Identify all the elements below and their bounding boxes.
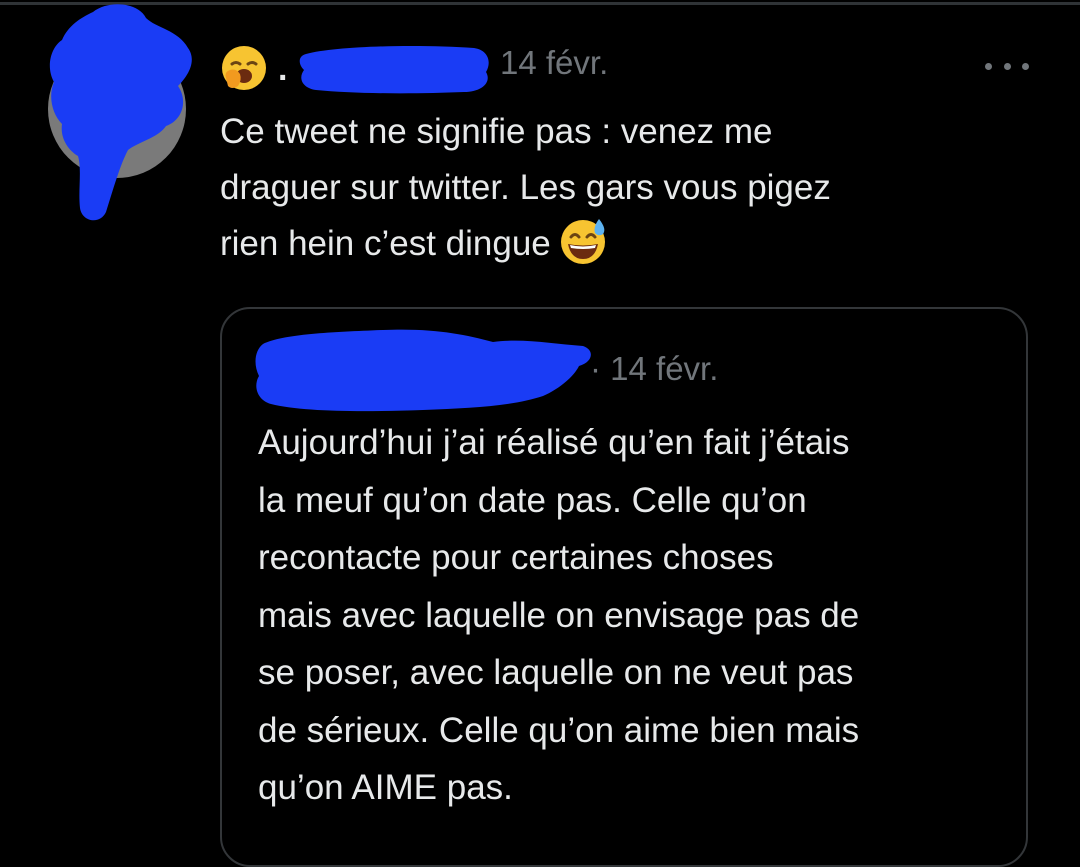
- tweet-timestamp[interactable]: 14 févr.: [500, 44, 608, 82]
- redaction-scribble-quoted-author: [255, 329, 591, 412]
- name-separator: .: [278, 50, 288, 88]
- tweet-text-line: draguer sur twitter. Les gars vous pigez: [220, 168, 831, 207]
- yawning-face-emoji: [222, 46, 266, 90]
- more-options-icon[interactable]: [985, 52, 1029, 80]
- quoted-text-line: la meuf qu’on date pas. Celle qu’on: [258, 480, 807, 520]
- quoted-text-line: recontacte pour certaines choses: [258, 538, 774, 577]
- tweet-text-line-content: rien hein c’est dingue: [220, 224, 551, 263]
- quoted-text-line: qu’on AIME pas.: [258, 768, 513, 807]
- redaction-scribble-name: [299, 46, 489, 94]
- quoted-text-line: de sérieux. Celle qu’on aime bien mais: [258, 710, 860, 750]
- redaction-scribble-avatar: [49, 4, 192, 221]
- tweet-text-line: Ce tweet ne signifie pas : venez me: [220, 112, 773, 151]
- tweet-text-line: rien hein c’est dingue: [220, 216, 1010, 272]
- tweet-text: Ce tweet ne signifie pas : venez me drag…: [220, 104, 1010, 272]
- grinning-sweat-emoji: [560, 219, 605, 264]
- quoted-text-line: Aujourd’hui j’ai réalisé qu’en fait j’ét…: [258, 423, 850, 462]
- quoted-text-line: mais avec laquelle on envisage pas de: [258, 595, 860, 635]
- tweet[interactable]: . 14 févr. Ce tweet ne signifie pas : ve…: [0, 0, 1080, 867]
- quoted-tweet-text: Aujourd’hui j’ai réalisé qu’en fait j’ét…: [258, 414, 1008, 817]
- quoted-text-line: se poser, avec laquelle on ne veut pas: [258, 653, 854, 692]
- quoted-tweet-timestamp[interactable]: · 14 févr.: [590, 350, 718, 388]
